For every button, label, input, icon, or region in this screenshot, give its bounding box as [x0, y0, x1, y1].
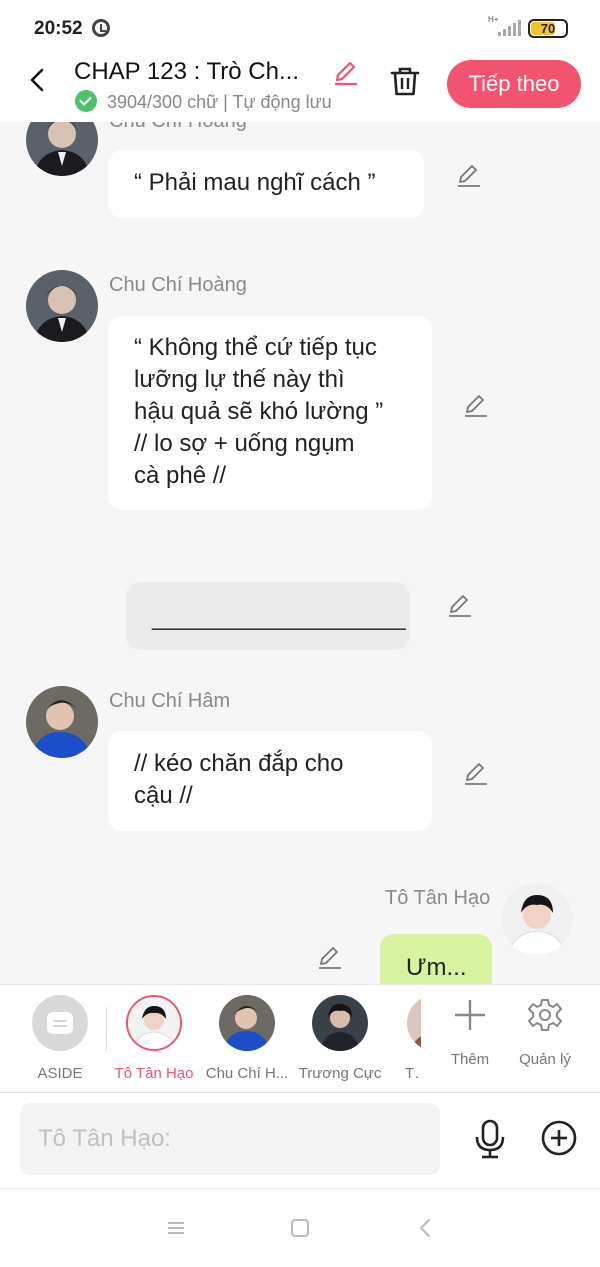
manage-button[interactable]: Quản lý: [510, 997, 580, 1068]
character-chu-chi-ham[interactable]: Chu Chí H...: [201, 995, 293, 1082]
signal-icon: [498, 20, 521, 36]
avatar: [126, 995, 182, 1051]
avatar[interactable]: [26, 122, 98, 176]
network-type: H+: [488, 15, 499, 24]
home-icon[interactable]: [289, 1217, 311, 1239]
message-line: hậu quả sẽ khó lường ”: [134, 398, 384, 425]
battery-level: 70: [540, 21, 556, 36]
trash-icon[interactable]: [388, 64, 422, 98]
next-button[interactable]: Tiếp theo: [447, 60, 581, 108]
speaker-name: Tô Tân Hạo: [385, 887, 491, 909]
plus-circle-icon[interactable]: [540, 1119, 578, 1157]
message-line: cà phê //: [134, 462, 227, 489]
character-label: ASIDE: [37, 1065, 83, 1082]
check-icon: [75, 90, 97, 112]
message-text: “ Phải mau nghĩ cách ”: [134, 169, 376, 196]
message-input[interactable]: [20, 1103, 440, 1175]
edit-icon[interactable]: [447, 592, 473, 618]
character-label: Tả: [405, 1065, 421, 1082]
character-label: Trương Cực: [298, 1065, 382, 1082]
message-text: Ưm...: [406, 954, 467, 981]
message-bubble[interactable]: “ Phải mau nghĩ cách ”: [108, 150, 424, 218]
gear-icon: [528, 999, 562, 1031]
battery-icon: 70: [528, 19, 568, 38]
message-line: // kéo chăn đắp cho: [134, 750, 344, 777]
avatar[interactable]: [501, 883, 573, 955]
character-partial[interactable]: Tả: [387, 995, 421, 1082]
back-icon[interactable]: [26, 68, 50, 92]
edit-icon[interactable]: [456, 162, 482, 188]
status-bar: 20:52 H+ 70: [0, 0, 600, 56]
divider: [106, 1007, 107, 1051]
message-bubble[interactable]: “ Không thể cứ tiếp tục lưỡng lự thế này…: [108, 316, 432, 510]
system-nav-bar: [0, 1188, 600, 1267]
message-bubble[interactable]: Ưm...: [380, 934, 492, 984]
add-character-button[interactable]: Thêm: [435, 997, 505, 1068]
aside-text: ___________________: [152, 604, 406, 631]
speaker-name: Chu Chí Hoàng: [109, 122, 247, 133]
aside-bubble[interactable]: ___________________: [126, 582, 410, 650]
message-line: “ Không thể cứ tiếp tục: [134, 334, 377, 361]
character-label: Tô Tân Hạo: [114, 1065, 194, 1082]
word-count: 3904/300 chữ | Tự động lưu: [107, 92, 332, 112]
avatar: [312, 995, 368, 1051]
character-label: Chu Chí H...: [205, 1065, 289, 1082]
pencil-icon[interactable]: [332, 58, 360, 86]
avatar[interactable]: [26, 686, 98, 758]
message-line: // lo sợ + uống ngụm: [134, 430, 355, 457]
plus-icon: [455, 1000, 485, 1030]
menu-icon[interactable]: [165, 1217, 187, 1239]
message-line: cậu //: [134, 782, 193, 809]
edit-icon[interactable]: [317, 944, 343, 970]
character-aside[interactable]: ASIDE: [14, 995, 106, 1082]
message-line: lưỡng lự thế này thì: [134, 366, 345, 393]
character-to-tan-hao[interactable]: Tô Tân Hạo: [108, 995, 200, 1082]
mic-icon[interactable]: [472, 1119, 508, 1159]
speaker-name: Chu Chí Hâm: [109, 690, 231, 712]
chat-area[interactable]: Chu Chí Hoàng “ Phải mau nghĩ cách ” Chu…: [0, 122, 600, 984]
aside-icon: [32, 995, 88, 1051]
alarm-icon: [92, 19, 110, 37]
character-truong-cuc[interactable]: Trương Cực: [294, 995, 386, 1082]
tool-label: Quản lý: [519, 1051, 571, 1068]
avatar: [407, 995, 421, 1051]
back-nav-icon[interactable]: [415, 1217, 437, 1239]
message-bubble[interactable]: // kéo chăn đắp cho cậu //: [108, 731, 432, 831]
character-bar: ASIDE Tô Tân Hạo Chu Chí H... Trương Cực…: [0, 984, 600, 1092]
avatar[interactable]: [26, 270, 98, 342]
edit-icon[interactable]: [463, 760, 489, 786]
edit-icon[interactable]: [463, 392, 489, 418]
tool-label: Thêm: [450, 1051, 490, 1068]
speaker-name: Chu Chí Hoàng: [109, 274, 247, 296]
chapter-title[interactable]: CHAP 123 : Trò Ch...: [74, 58, 324, 86]
input-bar: [0, 1092, 600, 1188]
editor-header: CHAP 123 : Trò Ch... 3904/300 chữ | Tự đ…: [0, 56, 600, 122]
avatar: [219, 995, 275, 1051]
status-time: 20:52: [34, 18, 83, 39]
